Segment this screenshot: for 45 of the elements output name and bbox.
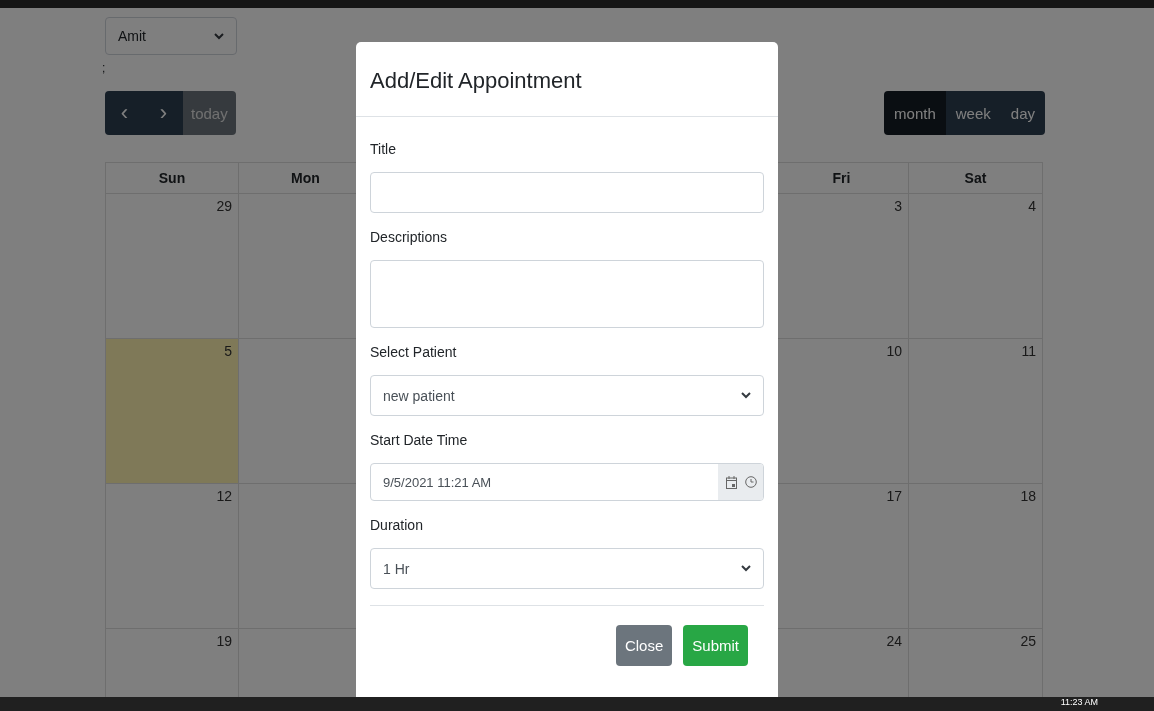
day-cell[interactable]: 18 — [909, 484, 1043, 629]
day-number: 11 — [1021, 343, 1036, 361]
view-tab[interactable]: week — [945, 91, 1001, 135]
day-cell[interactable]: 12 — [106, 484, 239, 629]
stray-text: ; — [102, 61, 106, 75]
field-label: Select Patient — [370, 344, 458, 362]
day-number: 5 — [224, 343, 232, 361]
previous-button[interactable]: ‹ — [105, 91, 144, 135]
calendar-icon[interactable] — [726, 475, 737, 489]
textarea-input[interactable] — [370, 260, 764, 328]
field-label: Title — [370, 141, 397, 159]
doctor-select[interactable]: Amit — [105, 17, 237, 55]
today-cell[interactable]: 5 — [106, 339, 239, 484]
select-dropdown[interactable]: 1 Hr — [370, 548, 764, 589]
weekday-header: Sun — [106, 162, 239, 194]
day-number: 17 — [886, 488, 902, 506]
close-button[interactable]: Close — [615, 625, 673, 666]
day-number: 3 — [894, 198, 902, 216]
submit-button[interactable]: Submit — [683, 625, 748, 666]
field-label: Duration — [370, 517, 424, 535]
view-tab[interactable]: month — [884, 91, 946, 135]
field-label: Start Date Time — [370, 432, 469, 450]
field-label: Descriptions — [370, 229, 449, 247]
day-number: 29 — [216, 198, 232, 216]
weekday-header: Sat — [909, 162, 1043, 194]
dialog-title: Add/Edit Appointment — [370, 68, 582, 94]
view-tab[interactable]: day — [1000, 91, 1045, 135]
chevron-down-icon — [214, 32, 224, 40]
text-input[interactable] — [370, 172, 764, 213]
chevron-down-icon — [741, 392, 751, 399]
select-dropdown[interactable]: new patient — [370, 375, 764, 416]
clock-icon[interactable] — [745, 476, 757, 488]
taskbar-clock: 11:23 AM — [1060, 697, 1098, 707]
next-button[interactable]: › — [144, 91, 183, 135]
day-number: 12 — [216, 488, 232, 506]
day-number: 19 — [216, 633, 232, 651]
day-number: 18 — [1020, 488, 1036, 506]
day-number: 25 — [1020, 633, 1036, 651]
day-number: 10 — [886, 343, 902, 361]
chevron-down-icon — [741, 565, 751, 572]
day-number: 24 — [886, 633, 902, 651]
day-number: 4 — [1028, 198, 1036, 216]
day-cell[interactable]: 11 — [909, 339, 1043, 484]
datetime-input[interactable]: 9/5/2021 11:21 AM — [370, 463, 764, 501]
day-cell[interactable]: 4 — [909, 194, 1043, 339]
